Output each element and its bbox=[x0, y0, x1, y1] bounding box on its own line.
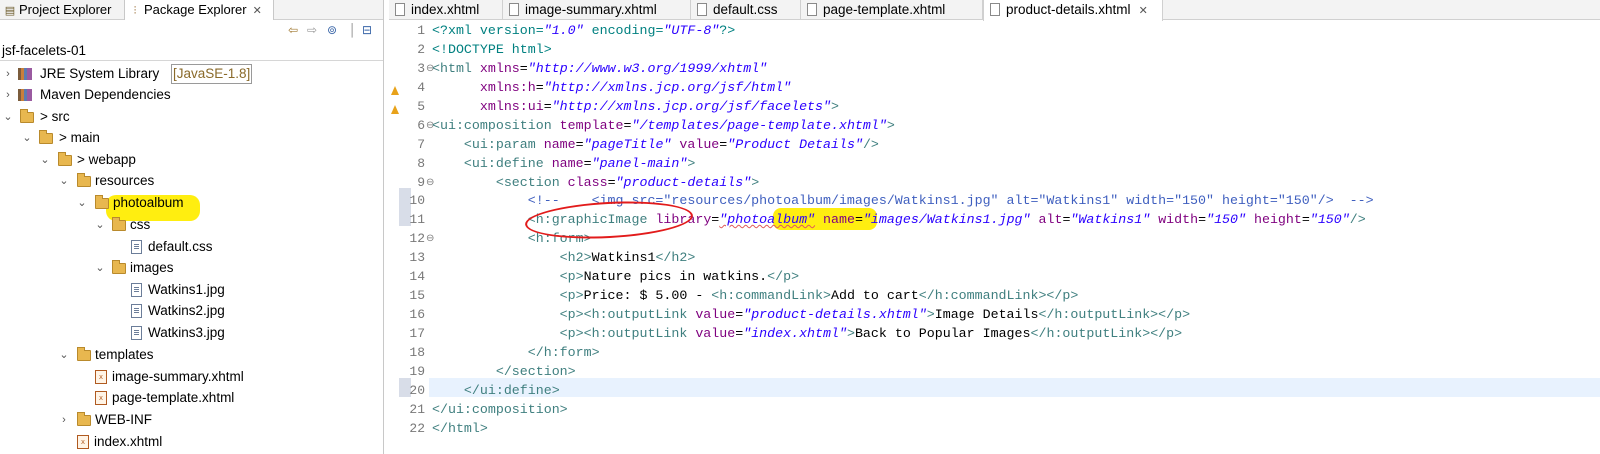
tab-default-css[interactable]: default.css bbox=[691, 0, 801, 20]
file-icon bbox=[697, 3, 707, 16]
library-icon bbox=[18, 68, 32, 80]
image-file-icon bbox=[131, 304, 142, 318]
tab-product-details[interactable]: product-details.xhtml ✕ bbox=[983, 0, 1163, 21]
xhtml-file-icon: x bbox=[77, 435, 89, 449]
code-line-7[interactable]: <ui:param name="pageTitle" value="Produc… bbox=[432, 135, 879, 154]
code-line-6[interactable]: <ui:composition template="/templates/pag… bbox=[432, 116, 895, 135]
code-line-16[interactable]: <p><h:outputLink value="product-details.… bbox=[432, 305, 1190, 324]
tab-page-template[interactable]: page-template.xhtml bbox=[801, 0, 983, 20]
line-number: 12 bbox=[409, 231, 425, 246]
line-number: 21 bbox=[409, 402, 425, 417]
back-arrow-icon[interactable]: ⇦ bbox=[288, 23, 298, 37]
file-icon bbox=[509, 3, 519, 16]
package-explorer-panel: ▤ Project Explorer ⫶ Package Explorer ✕ ⇦ ⇨… bbox=[0, 0, 384, 454]
image-file-icon bbox=[131, 326, 142, 340]
line-number: 14 bbox=[409, 269, 425, 284]
project-name[interactable]: jsf-facelets-01 bbox=[2, 43, 86, 58]
code-line-22[interactable]: </html> bbox=[432, 419, 488, 438]
line-number: 15 bbox=[409, 288, 425, 303]
chevron-down-icon[interactable]: ⌄ bbox=[59, 344, 69, 366]
folder-icon bbox=[39, 130, 53, 144]
chevron-down-icon[interactable]: ⌄ bbox=[3, 106, 13, 128]
file-icon bbox=[807, 3, 817, 16]
code-line-3[interactable]: <html xmlns="http://www.w3.org/1999/xhtm… bbox=[432, 59, 767, 78]
view-menu-icon[interactable]: ⊟ bbox=[362, 23, 372, 37]
toolbar-separator-icon: │ bbox=[349, 23, 357, 37]
xhtml-file-icon: x bbox=[95, 391, 107, 405]
package-explorer-icon: ⫶ bbox=[133, 5, 137, 17]
tab-project-explorer[interactable]: ▤ Project Explorer bbox=[0, 0, 122, 20]
chevron-down-icon[interactable]: ⌄ bbox=[22, 127, 32, 149]
folder-icon bbox=[112, 260, 126, 274]
folder-icon bbox=[95, 195, 109, 209]
explorer-toolbar: ⇦ ⇨ ⊚ │ ⊟ bbox=[0, 20, 383, 42]
chevron-down-icon[interactable]: ⌄ bbox=[95, 257, 105, 279]
code-line-4[interactable]: xmlns:h="http://xmlns.jcp.org/jsf/html" bbox=[432, 78, 791, 97]
code-line-21[interactable]: </ui:composition> bbox=[432, 400, 568, 419]
folder-icon bbox=[58, 152, 72, 166]
close-icon[interactable]: ✕ bbox=[1139, 5, 1148, 17]
css-file-icon bbox=[131, 240, 142, 254]
code-line-1[interactable]: <?xml version="1.0" encoding="UTF-8"?> bbox=[432, 21, 735, 40]
line-number: 10 bbox=[409, 193, 425, 208]
project-explorer-icon: ▤ bbox=[4, 5, 16, 17]
file-icon bbox=[990, 3, 1000, 16]
forward-arrow-icon[interactable]: ⇨ bbox=[307, 23, 317, 37]
folder-icon bbox=[20, 109, 34, 123]
code-line-15[interactable]: <p>Price: $ 5.00 - <h:commandLink>Add to… bbox=[432, 286, 1079, 305]
line-number: 6 bbox=[417, 118, 425, 133]
line-number: 13 bbox=[409, 250, 425, 265]
collapse-all-icon[interactable]: ⊚ bbox=[327, 23, 337, 37]
code-line-18[interactable]: </h:form> bbox=[432, 343, 600, 362]
line-number: 9 bbox=[417, 175, 425, 190]
chevron-right-icon[interactable]: › bbox=[3, 84, 13, 106]
folder-icon bbox=[112, 217, 126, 231]
line-number: 3 bbox=[417, 61, 425, 76]
chevron-down-icon[interactable]: ⌄ bbox=[59, 170, 69, 192]
code-line-14[interactable]: <p>Nature pics in watkins.</p> bbox=[432, 267, 799, 286]
tree-divider bbox=[0, 60, 383, 61]
tab-image-summary[interactable]: image-summary.xhtml bbox=[503, 0, 691, 20]
line-number: 20 bbox=[409, 383, 425, 398]
line-number: 22 bbox=[409, 421, 425, 436]
tab-package-explorer[interactable]: ⫶ Package Explorer ✕ bbox=[124, 0, 274, 21]
line-number: 4 bbox=[417, 80, 425, 95]
editor-area: index.xhtml image-summary.xhtml default.… bbox=[389, 0, 1600, 454]
folder-icon bbox=[77, 173, 91, 187]
close-icon[interactable]: ✕ bbox=[253, 5, 262, 17]
chevron-down-icon[interactable]: ⌄ bbox=[95, 214, 105, 236]
line-number: 16 bbox=[409, 307, 425, 322]
tab-index-xhtml[interactable]: index.xhtml bbox=[389, 0, 503, 20]
xhtml-file-icon: x bbox=[95, 370, 107, 384]
folder-icon bbox=[77, 347, 91, 361]
code-line-13[interactable]: <h2>Watkins1</h2> bbox=[432, 248, 696, 267]
library-icon bbox=[18, 89, 32, 101]
code-line-8[interactable]: <ui:define name="panel-main"> bbox=[432, 154, 695, 173]
code-line-19[interactable]: </section> bbox=[432, 362, 576, 381]
line-number: 18 bbox=[409, 345, 425, 360]
line-number: 7 bbox=[417, 137, 425, 152]
current-line-highlight bbox=[429, 378, 1600, 397]
line-number: 5 bbox=[417, 99, 425, 114]
chevron-down-icon[interactable]: ⌄ bbox=[40, 149, 50, 171]
line-number: 8 bbox=[417, 156, 425, 171]
code-line-17[interactable]: <p><h:outputLink value="index.xhtml">Bac… bbox=[432, 324, 1182, 343]
file-icon bbox=[395, 3, 405, 16]
image-file-icon bbox=[131, 283, 142, 297]
line-number: 17 bbox=[409, 326, 425, 341]
code-line-9[interactable]: <section class="product-details"> bbox=[432, 173, 759, 192]
line-number: 11 bbox=[409, 212, 425, 227]
folder-icon bbox=[77, 412, 91, 426]
code-line-2[interactable]: <!DOCTYPE html> bbox=[432, 40, 552, 59]
code-line-5[interactable]: xmlns:ui="http://xmlns.jcp.org/jsf/facel… bbox=[432, 97, 839, 116]
editor-tabbar: index.xhtml image-summary.xhtml default.… bbox=[389, 0, 1600, 21]
code-line-20[interactable]: </ui:define> bbox=[432, 381, 560, 400]
chevron-down-icon[interactable]: ⌄ bbox=[77, 192, 87, 214]
chevron-right-icon[interactable]: › bbox=[3, 63, 13, 85]
line-number: 19 bbox=[409, 364, 425, 379]
line-number: 1 bbox=[417, 23, 425, 38]
chevron-right-icon[interactable]: › bbox=[59, 409, 69, 431]
line-number: 2 bbox=[417, 42, 425, 57]
explorer-tabbar: ▤ Project Explorer ⫶ Package Explorer ✕ bbox=[0, 0, 383, 21]
